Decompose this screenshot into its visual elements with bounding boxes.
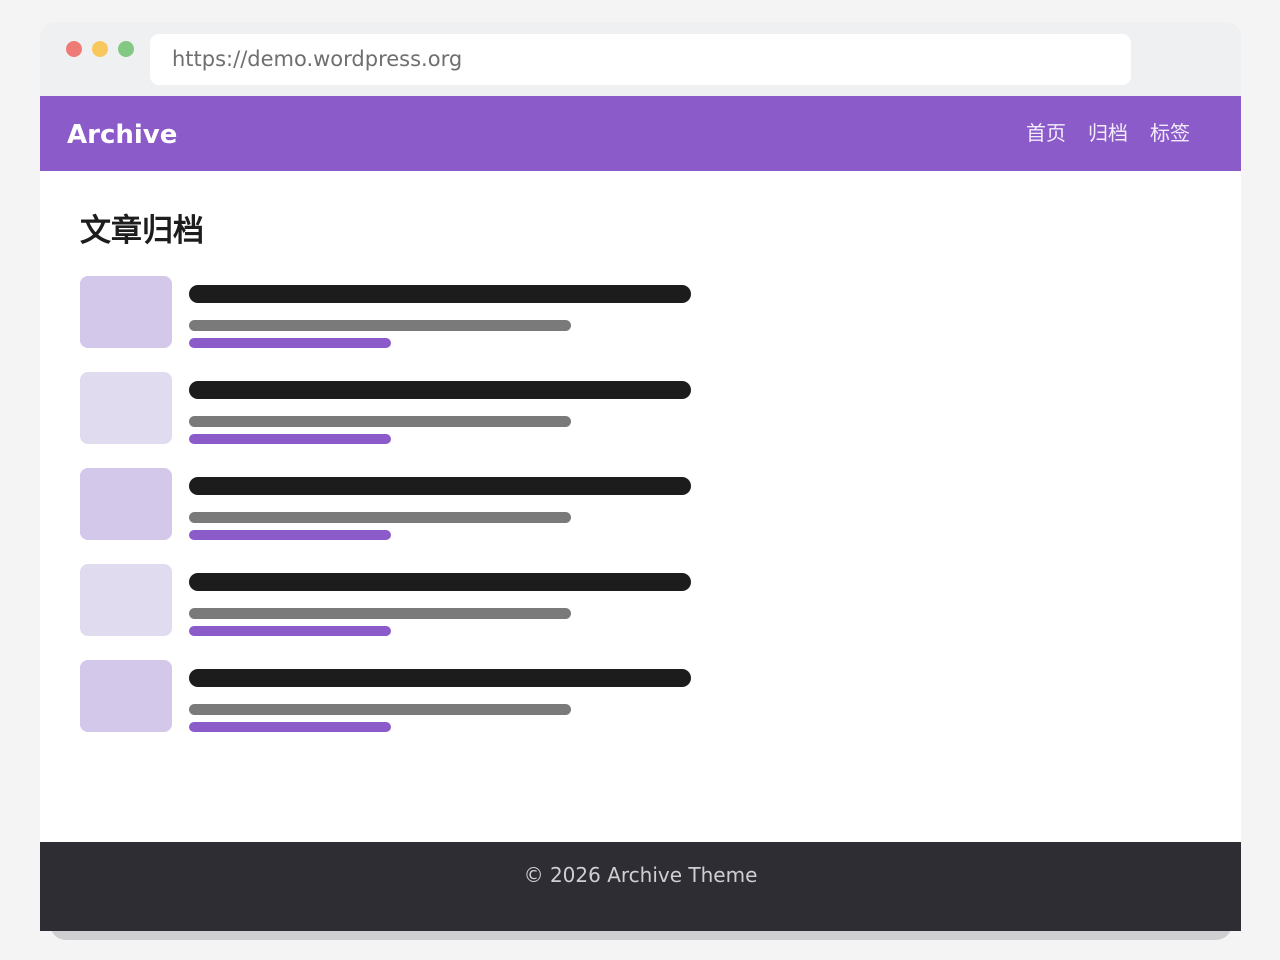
page-title: 文章归档 xyxy=(80,213,204,249)
post-title-placeholder[interactable] xyxy=(189,381,691,399)
main-content: 文章归档 xyxy=(40,171,1241,842)
post-item[interactable] xyxy=(80,564,692,636)
post-title-placeholder[interactable] xyxy=(189,285,691,303)
post-meta-placeholder xyxy=(189,338,391,348)
post-thumbnail[interactable] xyxy=(80,564,172,636)
post-title-placeholder[interactable] xyxy=(189,669,691,687)
post-item[interactable] xyxy=(80,372,692,444)
browser-titlebar: https://demo.wordpress.org xyxy=(40,22,1241,96)
maximize-window-button[interactable] xyxy=(118,41,134,57)
minimize-window-button[interactable] xyxy=(92,41,108,57)
footer-copyright: © 2026 Archive Theme xyxy=(523,863,758,887)
post-meta-placeholder xyxy=(189,530,391,540)
post-excerpt-placeholder xyxy=(189,608,571,619)
nav-link-archive[interactable]: 归档 xyxy=(1088,96,1128,171)
nav-link-tags[interactable]: 标签 xyxy=(1150,96,1190,171)
nav-link-home[interactable]: 首页 xyxy=(1026,96,1066,171)
post-item[interactable] xyxy=(80,276,692,348)
post-item[interactable] xyxy=(80,660,692,732)
post-thumbnail[interactable] xyxy=(80,372,172,444)
close-window-button[interactable] xyxy=(66,41,82,57)
post-meta-placeholder xyxy=(189,434,391,444)
site-footer: © 2026 Archive Theme xyxy=(40,842,1241,931)
main-nav: 首页 归档 标签 xyxy=(1026,96,1190,171)
post-item[interactable] xyxy=(80,468,692,540)
site-brand[interactable]: Archive xyxy=(67,96,177,175)
post-title-placeholder[interactable] xyxy=(189,573,691,591)
post-thumbnail[interactable] xyxy=(80,468,172,540)
post-excerpt-placeholder xyxy=(189,320,571,331)
post-excerpt-placeholder xyxy=(189,704,571,715)
post-thumbnail[interactable] xyxy=(80,660,172,732)
post-excerpt-placeholder xyxy=(189,512,571,523)
browser-window: https://demo.wordpress.org Archive 首页 归档… xyxy=(40,22,1241,931)
post-excerpt-placeholder xyxy=(189,416,571,427)
post-meta-placeholder xyxy=(189,626,391,636)
site-header: Archive 首页 归档 标签 xyxy=(40,96,1241,171)
address-bar[interactable]: https://demo.wordpress.org xyxy=(150,34,1131,85)
post-meta-placeholder xyxy=(189,722,391,732)
post-thumbnail[interactable] xyxy=(80,276,172,348)
post-title-placeholder[interactable] xyxy=(189,477,691,495)
